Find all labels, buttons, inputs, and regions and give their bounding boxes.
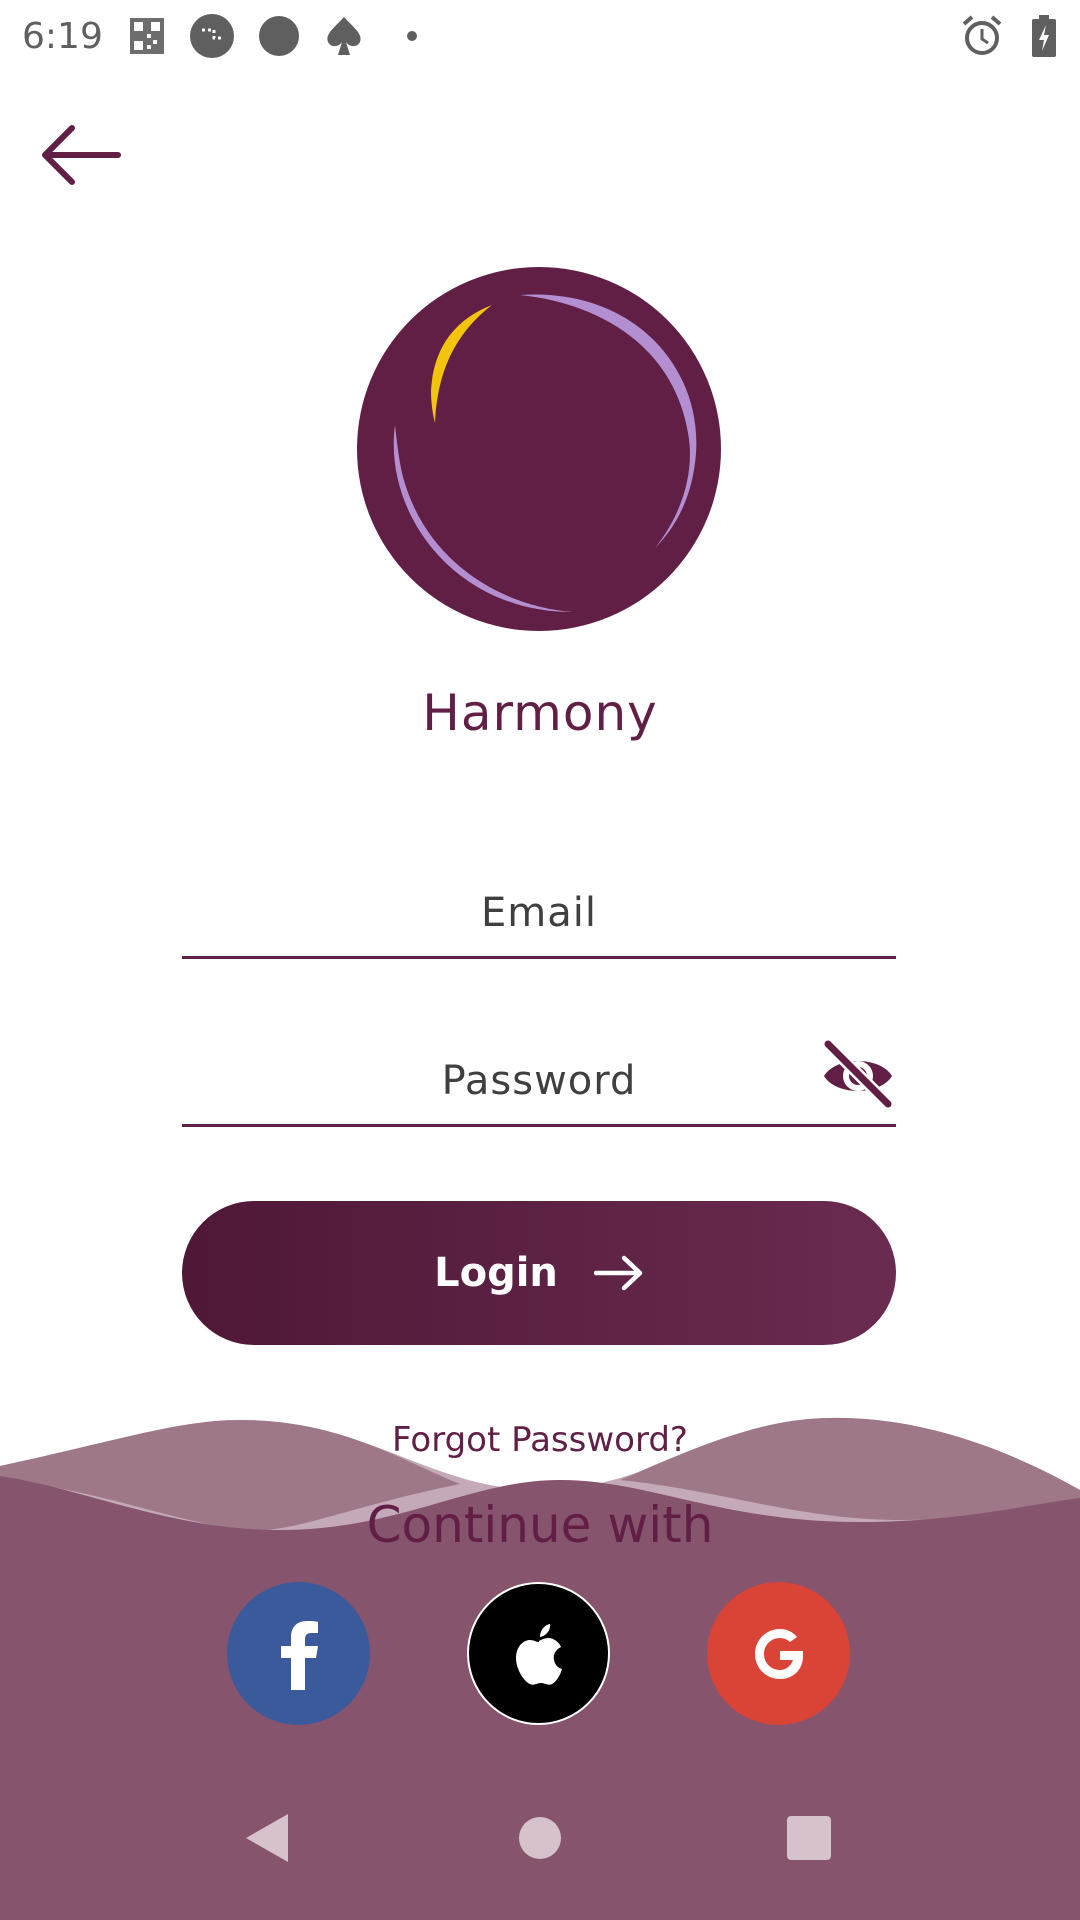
alarm-icon [962, 15, 1002, 55]
nav-home-icon[interactable] [517, 1810, 563, 1866]
chat-bubble-icon [190, 14, 234, 58]
back-button[interactable] [36, 116, 126, 194]
google-login-button[interactable] [707, 1582, 850, 1725]
arrow-left-icon [42, 125, 121, 185]
facebook-icon [280, 1620, 318, 1690]
nav-back-icon[interactable] [242, 1810, 292, 1866]
google-icon [754, 1628, 803, 1679]
apple-login-button[interactable] [467, 1582, 610, 1725]
forgot-password-link[interactable]: Forgot Password? [0, 1420, 1080, 1460]
app-title: Harmony [422, 684, 658, 742]
login-button[interactable]: Login [182, 1201, 896, 1345]
qr-code-icon [130, 18, 164, 54]
password-field-container [182, 1038, 896, 1127]
email-input[interactable] [182, 870, 896, 956]
spade-icon [327, 17, 361, 55]
app-logo [357, 267, 721, 631]
toggle-password-visibility-button[interactable] [820, 1038, 896, 1114]
battery-charging-icon [1032, 15, 1056, 57]
login-label: Login [434, 1250, 558, 1296]
facebook-login-button[interactable] [227, 1582, 370, 1725]
dot-icon [407, 31, 417, 41]
circle-icon [259, 16, 299, 56]
nav-recents-icon[interactable] [785, 1810, 833, 1866]
status-bar: 6:19 [0, 0, 1080, 72]
status-time: 6:19 [22, 16, 103, 57]
eye-off-icon [822, 1038, 894, 1110]
email-field-container [182, 870, 896, 959]
continue-with-label: Continue with [366, 1496, 714, 1554]
apple-icon [515, 1623, 562, 1685]
arrow-right-icon [593, 1255, 643, 1291]
password-input[interactable] [182, 1038, 896, 1124]
